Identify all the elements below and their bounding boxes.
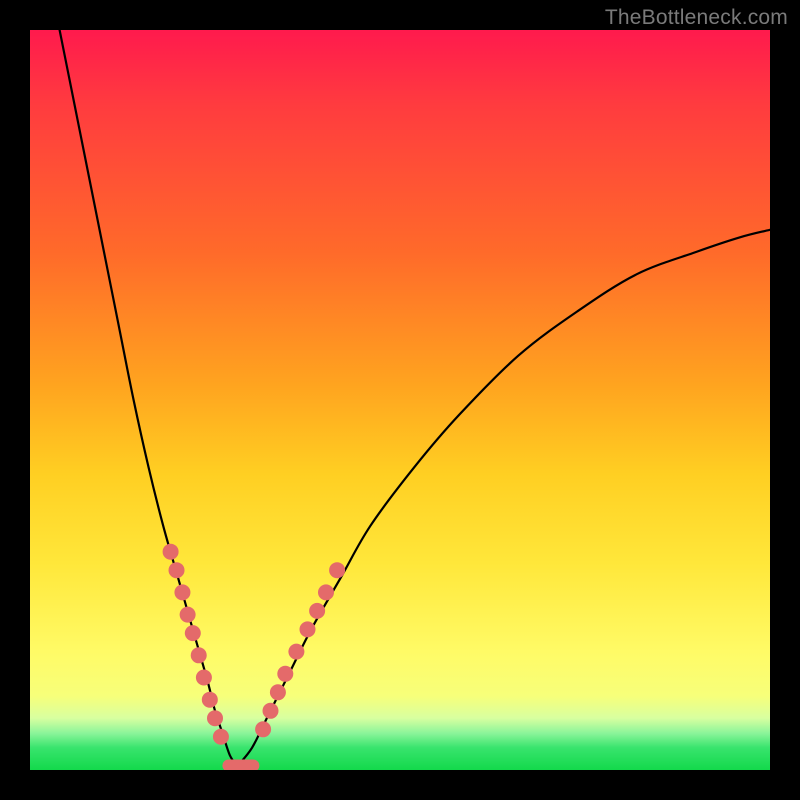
marker-dot xyxy=(213,729,229,745)
marker-dot xyxy=(202,692,218,708)
marker-dot xyxy=(263,703,279,719)
marker-dot xyxy=(329,562,345,578)
watermark-text: TheBottleneck.com xyxy=(605,6,788,30)
marker-cluster-left xyxy=(163,544,229,745)
marker-dot xyxy=(270,684,286,700)
marker-dot xyxy=(255,721,271,737)
marker-dot xyxy=(288,644,304,660)
marker-dot xyxy=(180,607,196,623)
curve-right-branch xyxy=(237,230,770,767)
curve-left-branch xyxy=(60,30,238,766)
plot-area xyxy=(30,30,770,770)
marker-dot xyxy=(163,544,179,560)
marker-dot xyxy=(191,647,207,663)
marker-dot xyxy=(300,621,316,637)
marker-bottom-pill xyxy=(222,760,259,770)
marker-dot xyxy=(277,666,293,682)
marker-dot xyxy=(185,625,201,641)
marker-cluster-right xyxy=(255,562,345,737)
marker-dot xyxy=(196,670,212,686)
marker-dot xyxy=(309,603,325,619)
chart-svg xyxy=(30,30,770,770)
marker-dot xyxy=(318,584,334,600)
marker-dot xyxy=(174,584,190,600)
marker-dot xyxy=(169,562,185,578)
outer-frame: TheBottleneck.com xyxy=(0,0,800,800)
marker-dot xyxy=(207,710,223,726)
